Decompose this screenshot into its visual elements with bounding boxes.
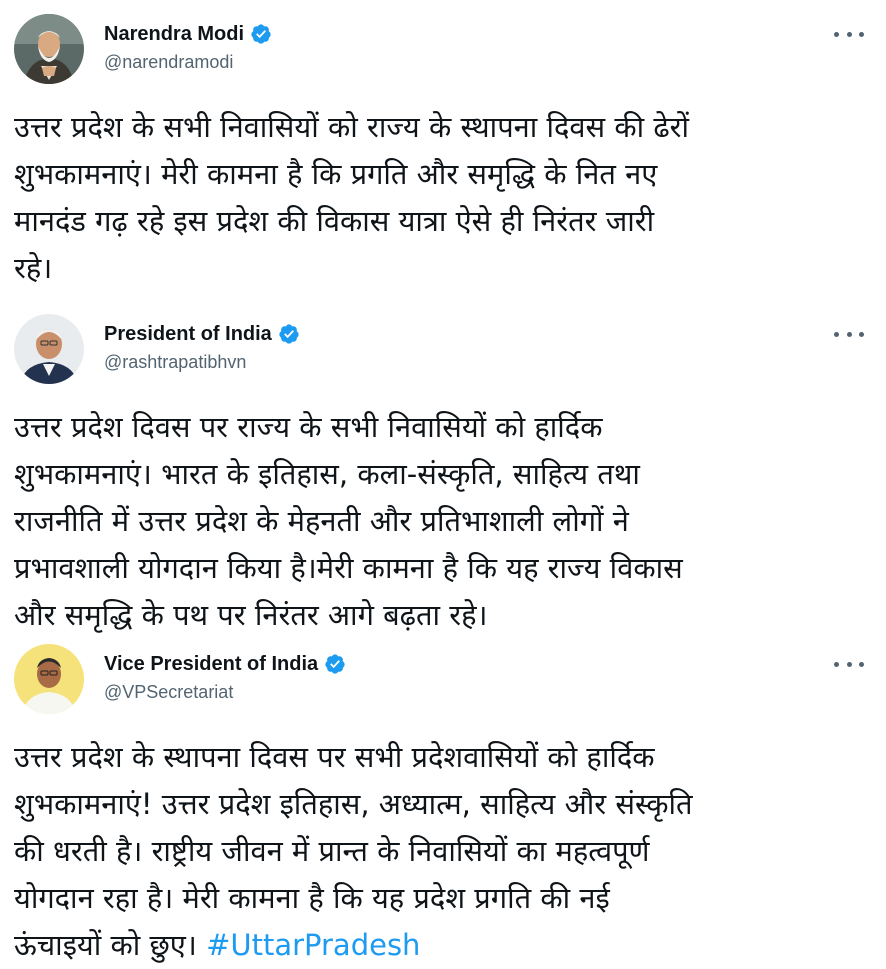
author-handle[interactable]: @narendramodi [104,52,233,73]
avatar[interactable] [14,314,84,384]
tweet-body: उत्तर प्रदेश दिवस पर राज्य के सभी निवासि… [14,410,683,632]
hashtag-link[interactable]: #UttarPradesh [206,928,420,962]
verified-badge-icon [324,653,346,675]
author-handle[interactable]: @VPSecretariat [104,682,233,703]
tweet-text: उत्तर प्रदेश के सभी निवासियों को राज्य क… [14,104,874,292]
more-options-icon[interactable] [834,324,864,344]
author-name[interactable]: Vice President of India [104,653,318,676]
tweet[interactable]: President of India @rashtrapatibhvn उत्त… [0,300,886,632]
author-name-row: President of India [104,320,300,348]
more-options-icon[interactable] [834,24,864,44]
tweet[interactable]: Narendra Modi @narendramodi उत्तर प्रदेश… [0,0,886,300]
author-name-row: Vice President of India [104,650,346,678]
author-name-row: Narendra Modi [104,20,272,48]
author-name[interactable]: President of India [104,323,272,346]
tweet[interactable]: Vice President of India @VPSecretariat उ… [0,630,886,962]
verified-badge-icon [278,323,300,345]
author-handle[interactable]: @rashtrapatibhvn [104,352,246,373]
avatar[interactable] [14,14,84,84]
tweet-text: उत्तर प्रदेश के स्थापना दिवस पर सभी प्रद… [14,734,874,969]
avatar[interactable] [14,644,84,714]
tweet-text: उत्तर प्रदेश दिवस पर राज्य के सभी निवासि… [14,404,874,639]
verified-badge-icon [250,23,272,45]
author-name[interactable]: Narendra Modi [104,23,244,46]
more-options-icon[interactable] [834,654,864,674]
tweet-body: उत्तर प्रदेश के सभी निवासियों को राज्य क… [14,110,690,285]
